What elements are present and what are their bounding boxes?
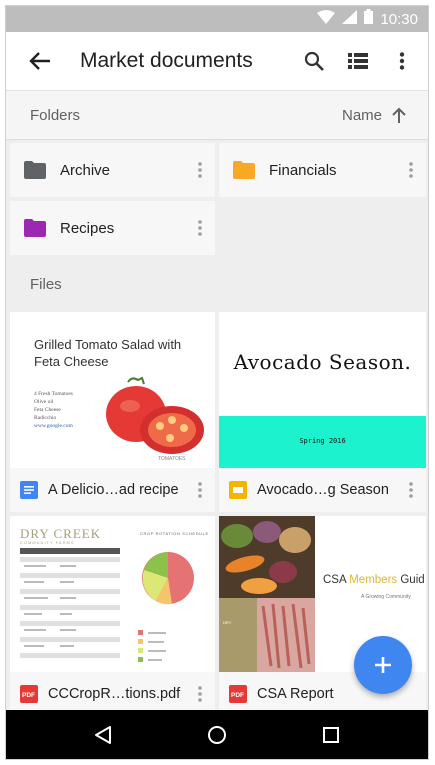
plus-icon — [375, 657, 391, 673]
folder-more-button[interactable] — [185, 150, 215, 190]
folder-name: Archive — [60, 161, 111, 179]
files-section-label: Files — [30, 276, 62, 293]
google-docs-icon — [20, 481, 38, 499]
file-name: A Delicio…ad recipe — [48, 482, 179, 498]
folder-archive[interactable]: Archive — [10, 143, 215, 197]
arrow-back-icon — [29, 52, 50, 70]
wifi-icon — [317, 9, 336, 29]
svg-text:PDF: PDF — [22, 692, 35, 699]
tomato-illustration: TOMATOES — [106, 376, 204, 462]
circle-home-icon — [208, 725, 226, 744]
thumbnail-band: Spring 2016 — [219, 416, 426, 468]
thumbnail-title: CSA Members Guid — [323, 574, 425, 586]
file-more-button[interactable] — [185, 674, 215, 714]
folder-icon — [24, 219, 46, 237]
app-bar: Market documents — [6, 32, 428, 90]
more-vert-icon — [198, 220, 202, 236]
google-slides-icon — [229, 481, 247, 499]
file-name: CSA Report — [257, 686, 334, 702]
file-thumbnail: DRY CREEK COMMUNITY FARMS CROP ROTATION … — [10, 516, 215, 672]
crop-table-illustration — [20, 548, 120, 658]
more-vert-icon — [198, 482, 202, 498]
thumbnail-subtitle: A Growing Community — [361, 594, 411, 600]
file-card-footer: Avocado…g Season — [219, 468, 426, 512]
folder-more-button[interactable] — [185, 208, 215, 248]
file-more-button[interactable] — [185, 470, 215, 510]
overflow-menu-button[interactable] — [380, 39, 424, 83]
thumbnail-subtitle: COMMUNITY FARMS — [20, 540, 75, 545]
file-thumbnail: Avocado Season. Spring 2016 — [219, 312, 426, 468]
pdf-icon: PDF — [20, 685, 38, 703]
back-button[interactable] — [18, 39, 62, 83]
triangle-back-icon — [95, 725, 111, 744]
device-screen: 10:30 Market documents Folders Name Arch… — [5, 5, 429, 760]
svg-text:PDF: PDF — [231, 692, 244, 699]
more-vert-icon — [409, 162, 413, 178]
more-vert-icon — [399, 52, 405, 70]
folder-more-button[interactable] — [396, 150, 426, 190]
thumbnail-heading: CROP ROTATION SCHEDULE — [140, 531, 209, 536]
file-name: CCCropR…tions.pdf — [48, 686, 181, 702]
nav-recents-button[interactable] — [311, 715, 351, 755]
folders-section-label: Folders — [30, 106, 81, 124]
pdf-icon: PDF — [229, 685, 247, 703]
file-name: Avocado…g Season — [257, 482, 389, 498]
more-vert-icon — [409, 482, 413, 498]
list-view-icon — [348, 53, 368, 69]
status-time: 10:30 — [380, 10, 418, 28]
search-button[interactable] — [292, 39, 336, 83]
arrow-up-icon[interactable] — [392, 107, 406, 123]
signal-icon — [342, 9, 358, 29]
folder-icon — [24, 161, 46, 179]
thumbnail-band-text: Spring 2016 — [299, 437, 346, 445]
file-card-footer: A Delicio…ad recipe — [10, 468, 215, 512]
folder-recipes[interactable]: Recipes — [10, 201, 215, 255]
folder-financials[interactable]: Financials — [219, 143, 426, 197]
more-vert-icon — [198, 162, 202, 178]
search-icon — [304, 51, 324, 71]
sort-by-name-button[interactable]: Name — [342, 107, 382, 124]
thumbnail-title: Grilled Tomato Salad with Feta Cheese — [34, 337, 182, 369]
page-title: Market documents — [80, 49, 253, 72]
thumbnail-title: Avocado Season. — [233, 350, 412, 374]
square-recents-icon — [323, 726, 339, 743]
thumbnail-ingredients: 4 Fresh Tomatoes Olive oil Feta Cheese R… — [34, 391, 73, 429]
folder-name: Recipes — [60, 219, 115, 237]
vegetables-photo: DRY — [219, 516, 315, 672]
file-card-pdf[interactable]: DRY CREEK COMMUNITY FARMS CROP ROTATION … — [10, 516, 215, 716]
nav-back-button[interactable] — [83, 715, 123, 755]
add-new-button[interactable] — [354, 636, 412, 694]
file-card-doc[interactable]: Grilled Tomato Salad with Feta Cheese 4 … — [10, 312, 215, 512]
status-bar: 10:30 — [6, 6, 428, 32]
system-nav-bar — [6, 710, 428, 759]
folder-icon — [233, 161, 255, 179]
file-thumbnail: Grilled Tomato Salad with Feta Cheese 4 … — [10, 312, 215, 468]
folder-name: Financials — [269, 161, 337, 179]
svg-text:TOMATOES: TOMATOES — [158, 456, 186, 462]
file-more-button[interactable] — [396, 470, 426, 510]
list-view-button[interactable] — [336, 39, 380, 83]
nav-home-button[interactable] — [197, 715, 237, 755]
file-card-slides[interactable]: Avocado Season. Spring 2016 Avocado…g Se… — [219, 312, 426, 512]
svg-text:DRY: DRY — [223, 620, 232, 625]
battery-icon — [364, 9, 374, 29]
more-vert-icon — [198, 686, 202, 702]
sort-header: Folders Name — [6, 90, 428, 140]
crop-pie-illustration — [138, 552, 194, 662]
